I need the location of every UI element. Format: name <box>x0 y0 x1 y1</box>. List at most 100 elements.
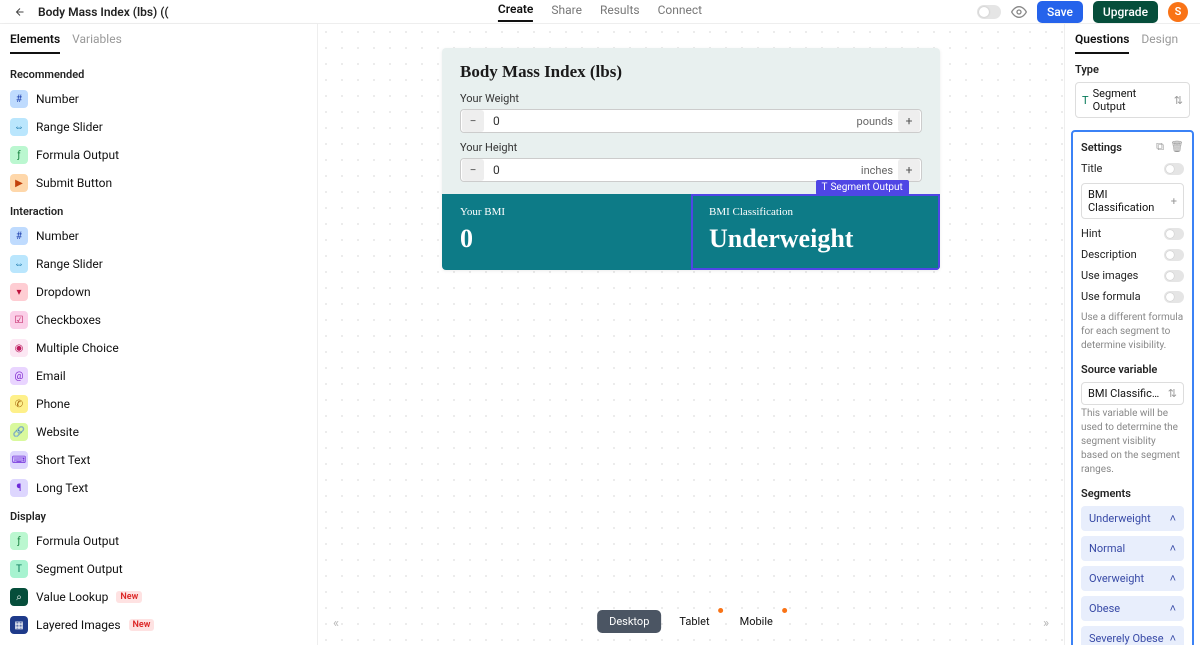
use-formula-toggle[interactable] <box>1164 291 1184 303</box>
segment-item[interactable]: Overweight˄ <box>1081 566 1184 591</box>
tab-connect[interactable]: Connect <box>658 3 702 21</box>
segment-item[interactable]: Underweight ˄ <box>1081 506 1184 531</box>
height-unit: inches <box>861 164 897 177</box>
segment-item[interactable]: Obese˄ <box>1081 596 1184 621</box>
el-label: Formula Output <box>36 534 119 548</box>
source-variable-label: Source variable <box>1081 363 1184 376</box>
el-layered-images[interactable]: ▦Layered ImagesNew <box>0 611 317 639</box>
chevron-updown-icon: ⇅ <box>1174 94 1183 107</box>
segment-icon: T <box>1082 94 1089 107</box>
type-select[interactable]: TSegment Output ⇅ <box>1075 82 1190 118</box>
title-toggle[interactable] <box>1164 163 1184 175</box>
height-value[interactable]: 0 <box>485 163 861 177</box>
source-variable-help: This variable will be used to determine … <box>1081 407 1184 477</box>
form-title: Body Mass Index (lbs) <box>460 62 922 82</box>
el-range-slider-2[interactable]: ⇔Range Slider <box>0 250 317 278</box>
save-button[interactable]: Save <box>1037 1 1083 23</box>
el-website[interactable]: 🔗Website <box>0 418 317 446</box>
plus-icon[interactable]: + <box>898 110 920 132</box>
height-input[interactable]: − 0 inches + <box>460 158 922 182</box>
phone-icon: ✆ <box>10 395 28 413</box>
tab-share[interactable]: Share <box>551 3 582 21</box>
minus-icon[interactable]: − <box>462 159 484 181</box>
title-value: BMI Classification <box>1088 188 1171 214</box>
collapse-right-icon[interactable]: » <box>1036 613 1056 633</box>
weight-input[interactable]: − 0 pounds + <box>460 109 922 133</box>
selected-tag-label: Segment Output <box>830 182 902 193</box>
avatar[interactable]: S <box>1168 2 1188 22</box>
use-formula-help: Use a different formula for each segment… <box>1081 311 1184 353</box>
segment-name: Normal <box>1089 542 1125 555</box>
el-phone[interactable]: ✆Phone <box>0 390 317 418</box>
el-short-text[interactable]: ⌨Short Text <box>0 446 317 474</box>
el-number-2[interactable]: #Number <box>0 222 317 250</box>
radio-icon: ◉ <box>10 339 28 357</box>
upgrade-button[interactable]: Upgrade <box>1093 1 1158 23</box>
checkbox-icon: ☑ <box>10 311 28 329</box>
chevron-up-icon: ˄ <box>1170 572 1176 585</box>
el-segment-output[interactable]: TSegment Output <box>0 555 317 583</box>
chevron-up-icon: ˄ <box>1170 542 1176 555</box>
title-input[interactable]: BMI Classification + <box>1081 183 1184 219</box>
alert-dot-icon <box>719 608 724 613</box>
link-icon: 🔗 <box>10 423 28 441</box>
el-checkboxes[interactable]: ☑ Checkboxes <box>0 306 317 334</box>
segment-icon: T <box>10 560 28 578</box>
device-label: Tablet <box>679 615 709 628</box>
preview-toggle[interactable] <box>977 5 1001 19</box>
segment-name: Underweight <box>1089 512 1151 525</box>
badge-new: New <box>116 591 142 603</box>
el-label: Checkboxes <box>36 313 101 327</box>
back-arrow-icon[interactable] <box>12 4 28 20</box>
chevron-up-icon: ˄ <box>1170 512 1176 525</box>
device-desktop[interactable]: Desktop <box>597 610 661 633</box>
el-number[interactable]: #Number <box>0 85 317 113</box>
weight-unit: pounds <box>857 115 897 128</box>
el-label: Multiple Choice <box>36 341 119 355</box>
el-value-lookup[interactable]: ⌕Value LookupNew <box>0 583 317 611</box>
el-label: Value Lookup <box>36 590 108 604</box>
section-misc: Misc <box>0 639 317 645</box>
weight-value[interactable]: 0 <box>485 114 857 128</box>
el-label: Long Text <box>36 481 88 495</box>
el-range-slider[interactable]: ⇔Range Slider <box>0 113 317 141</box>
right-tab-design[interactable]: Design <box>1141 32 1178 54</box>
tab-results[interactable]: Results <box>600 3 640 21</box>
height-label: Your Height <box>460 141 922 154</box>
segment-item[interactable]: Severely Obese˄ <box>1081 626 1184 645</box>
use-images-toggle[interactable] <box>1164 270 1184 282</box>
description-toggle[interactable] <box>1164 249 1184 261</box>
delete-icon[interactable]: 🗑 <box>1170 140 1184 154</box>
tab-create[interactable]: Create <box>498 2 533 22</box>
el-formula-output[interactable]: ƒ Formula Output <box>0 141 317 169</box>
segment-icon: T <box>822 182 828 193</box>
el-submit-button[interactable]: ▶Submit Button <box>0 169 317 197</box>
el-email[interactable]: @Email <box>0 362 317 390</box>
collapse-left-icon[interactable]: « <box>326 613 346 633</box>
left-tab-elements[interactable]: Elements <box>10 32 60 54</box>
duplicate-icon[interactable]: ⧉ <box>1156 140 1164 154</box>
el-long-text[interactable]: ¶Long Text <box>0 474 317 502</box>
el-label: Range Slider <box>36 257 103 271</box>
classification-value: Underweight <box>709 224 922 254</box>
segment-item[interactable]: Normal ˄ <box>1081 536 1184 561</box>
source-variable-select[interactable]: BMI Classification @bmi_... ⇅ <box>1081 382 1184 405</box>
function-icon: ƒ <box>10 532 28 550</box>
plus-icon[interactable]: + <box>898 159 920 181</box>
el-dropdown[interactable]: ▾Dropdown <box>0 278 317 306</box>
el-label: Formula Output <box>36 148 119 162</box>
section-interaction: Interaction <box>0 197 317 222</box>
right-tab-questions[interactable]: Questions <box>1075 32 1129 54</box>
eye-icon[interactable] <box>1011 4 1027 20</box>
left-tab-variables[interactable]: Variables <box>72 32 122 54</box>
hint-toggle[interactable] <box>1164 228 1184 240</box>
el-multiple-choice[interactable]: ◉ Multiple Choice <box>0 334 317 362</box>
plus-icon[interactable]: + <box>1171 195 1177 208</box>
device-mobile[interactable]: Mobile <box>728 610 785 633</box>
minus-icon[interactable]: − <box>462 110 484 132</box>
device-tablet[interactable]: Tablet <box>667 610 721 633</box>
chevron-up-icon: ˄ <box>1170 632 1176 645</box>
function-icon: ƒ <box>10 146 28 164</box>
document-title: Body Mass Index (lbs) (( <box>38 5 169 19</box>
el-formula-output-2[interactable]: ƒ Formula Output <box>0 527 317 555</box>
